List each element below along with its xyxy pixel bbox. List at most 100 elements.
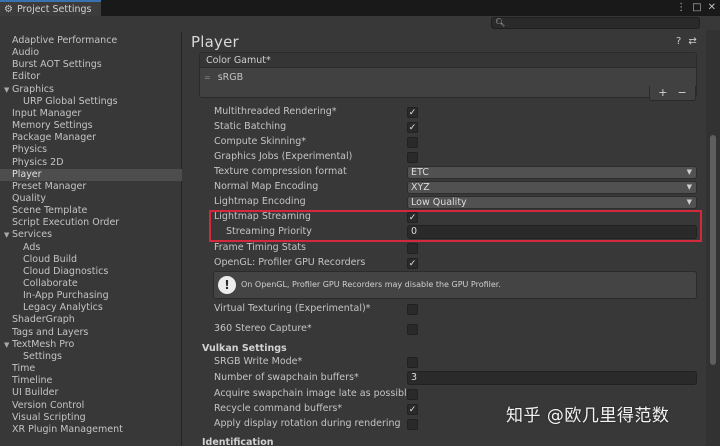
sidebar-item-input-manager[interactable]: Input Manager xyxy=(0,108,182,120)
vulkan-settings-header: Vulkan Settings xyxy=(202,343,287,354)
setting-label: Virtual Texturing (Experimental)* xyxy=(214,303,371,314)
sidebar-item-script-execution-order[interactable]: Script Execution Order xyxy=(0,217,182,229)
setting-label: Multithreaded Rendering* xyxy=(214,106,337,117)
vertical-scrollbar[interactable] xyxy=(706,30,720,446)
sidebar-item-label: Tags and Layers xyxy=(12,326,89,338)
chevron-down-icon[interactable]: ▼ xyxy=(4,84,9,96)
sidebar-item-label: Timeline xyxy=(12,375,53,387)
page-title: Player xyxy=(191,33,239,51)
sidebar-item-timeline[interactable]: Timeline xyxy=(0,375,182,387)
compute-skinning-checkbox[interactable] xyxy=(407,136,418,148)
setting-label: OpenGL: Profiler GPU Recorders xyxy=(214,257,366,268)
sidebar-item-package-manager[interactable]: Package Manager xyxy=(0,132,182,144)
sidebar-item-physics[interactable]: Physics xyxy=(0,144,182,156)
sidebar-item-ads[interactable]: Ads xyxy=(0,242,182,254)
sidebar-item-version-control[interactable]: Version Control xyxy=(0,400,182,412)
sidebar-item-audio[interactable]: Audio xyxy=(0,47,182,59)
setting-label: Graphics Jobs (Experimental) xyxy=(214,151,353,162)
chevron-down-icon: ▼ xyxy=(686,197,692,206)
sidebar-item-label: Time xyxy=(12,363,36,375)
lightmap-encoding-dropdown[interactable]: Low Quality ▼ xyxy=(407,195,697,209)
recycle-command-buffers-checkbox[interactable]: ✓ xyxy=(407,403,418,415)
remove-button[interactable]: − xyxy=(678,86,687,100)
sidebar-item-label: TextMesh Pro xyxy=(12,338,75,350)
help-icon[interactable]: ? xyxy=(676,36,681,47)
setting-label: Number of swapchain buffers* xyxy=(214,372,359,383)
color-gamut-list: Color Gamut* = sRGB xyxy=(199,52,697,98)
sidebar-item-label: Physics 2D xyxy=(12,156,64,168)
sidebar-item-label: Burst AOT Settings xyxy=(12,59,102,71)
color-gamut-item-label: sRGB xyxy=(217,72,244,83)
setting-label: Acquire swapchain image late as possible… xyxy=(214,388,418,399)
frame-timing-stats-checkbox[interactable] xyxy=(407,242,418,254)
add-button[interactable]: + xyxy=(658,86,667,100)
sidebar-item-editor[interactable]: Editor xyxy=(0,71,182,83)
sidebar-item-label: Player xyxy=(12,168,42,180)
sidebar-item-quality[interactable]: Quality xyxy=(0,193,182,205)
360-stereo-capture-checkbox[interactable] xyxy=(407,323,418,335)
sidebar-item-memory-settings[interactable]: Memory Settings xyxy=(0,120,182,132)
identification-header: Identification xyxy=(202,437,274,446)
setting-label: Compute Skinning* xyxy=(214,136,306,147)
sidebar-item-settings[interactable]: Settings xyxy=(0,351,182,363)
close-icon[interactable]: ✕ xyxy=(708,2,716,13)
sidebar-item-physics-2d[interactable]: Physics 2D xyxy=(0,157,182,169)
sidebar-item-collaborate[interactable]: Collaborate xyxy=(0,278,182,290)
highlight-box xyxy=(209,210,702,242)
opengl-profiler-gpu-recorders-checkbox[interactable]: ✓ xyxy=(407,257,418,269)
maximize-icon[interactable]: □ xyxy=(692,2,701,13)
sidebar-item-legacy-analytics[interactable]: Legacy Analytics xyxy=(0,302,182,314)
sidebar-item-label: In-App Purchasing xyxy=(23,290,109,302)
apply-display-rotation-during-rendering-checkbox[interactable] xyxy=(407,418,418,430)
sidebar-item-scene-template[interactable]: Scene Template xyxy=(0,205,182,217)
search-input[interactable]: 🔍︎ xyxy=(491,17,700,29)
normal-map-encoding-dropdown[interactable]: XYZ ▼ xyxy=(407,180,697,194)
tab-project-settings[interactable]: ⚙ Project Settings xyxy=(0,0,101,17)
sidebar-item-label: Package Manager xyxy=(12,132,97,144)
setting-label: Normal Map Encoding xyxy=(214,181,319,192)
sidebar-item-label: Memory Settings xyxy=(12,120,93,132)
graphics-jobs-experimental-checkbox[interactable] xyxy=(407,151,418,163)
sidebar-item-cloud-build[interactable]: Cloud Build xyxy=(0,254,182,266)
more-options-icon[interactable]: ⋮ xyxy=(676,2,686,13)
setting-label: SRGB Write Mode* xyxy=(214,356,303,367)
sidebar-item-ui-builder[interactable]: UI Builder xyxy=(0,387,182,399)
chevron-down-icon[interactable]: ▼ xyxy=(4,229,9,241)
number-of-swapchain-buffers-field[interactable]: 3 xyxy=(407,371,697,385)
sidebar-item-burst-aot-settings[interactable]: Burst AOT Settings xyxy=(0,59,182,71)
srgb-write-mode-checkbox[interactable] xyxy=(407,356,418,368)
static-batching-checkbox[interactable]: ✓ xyxy=(407,121,418,133)
drag-handle-icon[interactable]: = xyxy=(204,73,211,82)
sidebar-item-textmesh-pro[interactable]: ▼ TextMesh Pro xyxy=(0,339,182,351)
chevron-down-icon[interactable]: ▼ xyxy=(4,339,9,351)
window-tab-bar: ⚙ Project Settings ⋮ □ ✕ xyxy=(0,0,720,17)
scrollbar-thumb[interactable] xyxy=(710,135,716,365)
watermark: 知乎 @欧几里得范数 xyxy=(506,406,670,426)
sidebar-item-preset-manager[interactable]: Preset Manager xyxy=(0,181,182,193)
sidebar-item-label: Ads xyxy=(23,241,41,253)
info-icon: ! xyxy=(218,276,236,294)
sidebar-item-shadergraph[interactable]: ShaderGraph xyxy=(0,314,182,326)
presets-icon[interactable]: ⇄ xyxy=(688,36,696,47)
texture-compression-format-dropdown[interactable]: ETC ▼ xyxy=(407,165,697,179)
sidebar-item-xr-plugin-management[interactable]: XR Plugin Management xyxy=(0,424,182,436)
sidebar-item-adaptive-performance[interactable]: Adaptive Performance xyxy=(0,35,182,47)
sidebar-item-time[interactable]: Time xyxy=(0,363,182,375)
sidebar-item-label: XR Plugin Management xyxy=(12,423,123,435)
sidebar-item-urp-global-settings[interactable]: URP Global Settings xyxy=(0,96,182,108)
sidebar-item-label: Input Manager xyxy=(12,107,82,119)
info-message: On OpenGL, Profiler GPU Recorders may di… xyxy=(241,280,501,289)
dropdown-value: Low Quality xyxy=(411,196,467,208)
multithreaded-rendering-checkbox[interactable]: ✓ xyxy=(407,106,418,118)
list-item[interactable]: = sRGB xyxy=(200,70,696,86)
sidebar-item-cloud-diagnostics[interactable]: Cloud Diagnostics xyxy=(0,266,182,278)
sidebar-item-player[interactable]: Player xyxy=(0,168,182,181)
sidebar-item-in-app-purchasing[interactable]: In-App Purchasing xyxy=(0,290,182,302)
sidebar-item-services[interactable]: ▼ Services xyxy=(0,229,182,241)
virtual-texturing-experimental-checkbox[interactable] xyxy=(407,303,418,315)
acquire-swapchain-image-late-as-possible-checkbox[interactable] xyxy=(407,388,418,400)
sidebar-item-label: Audio xyxy=(12,47,40,59)
sidebar-item-graphics[interactable]: ▼ Graphics xyxy=(0,84,182,96)
sidebar-item-visual-scripting[interactable]: Visual Scripting xyxy=(0,412,182,424)
sidebar-item-tags-and-layers[interactable]: Tags and Layers xyxy=(0,327,182,339)
